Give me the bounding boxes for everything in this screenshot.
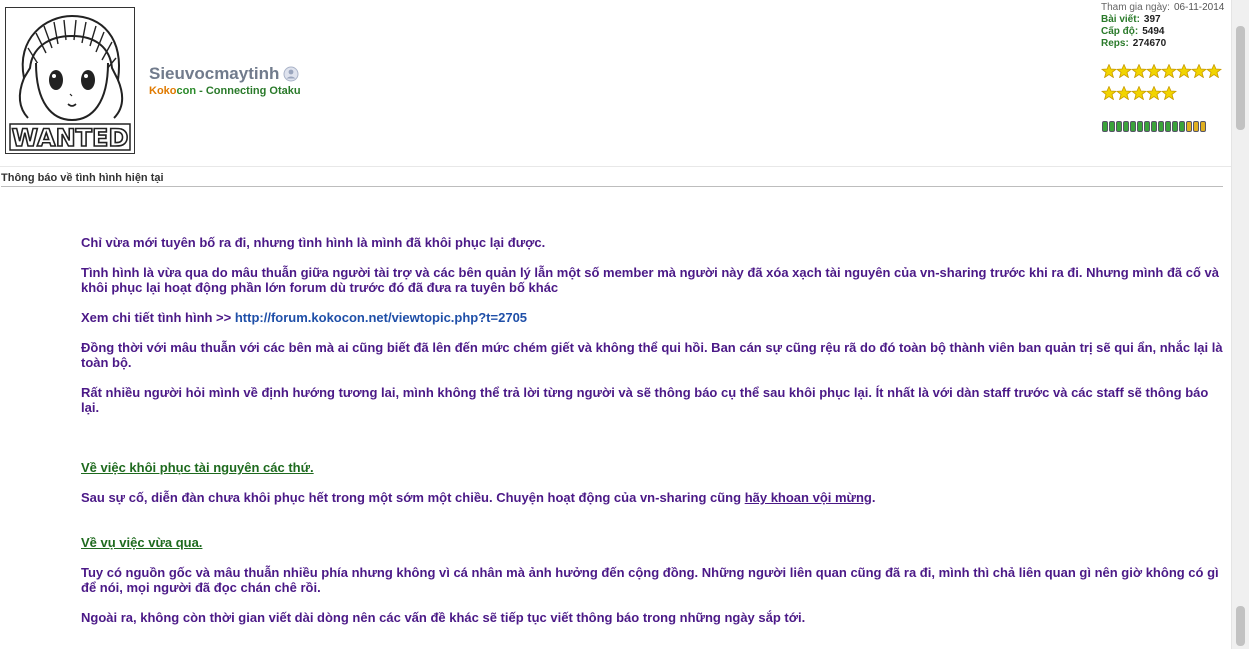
avatar[interactable]: WANTED: [5, 7, 135, 154]
reps-label: Reps:: [1101, 38, 1129, 49]
level-label: Cấp độ:: [1101, 26, 1139, 37]
rep-segment: [1200, 121, 1206, 132]
svg-text:WANTED: WANTED: [12, 124, 129, 152]
posts-value: 397: [1143, 14, 1161, 25]
rep-segment: [1151, 121, 1157, 132]
reps-value: 274670: [1132, 38, 1167, 49]
rep-segment: [1165, 121, 1171, 132]
details-label: Xem chi tiết tình hình >>: [81, 310, 235, 325]
paragraph-details: Xem chi tiết tình hình >> http://forum.k…: [81, 310, 1226, 325]
rep-segment: [1186, 121, 1192, 132]
section-heading-incident: Về vụ việc vừa qua.: [81, 535, 203, 550]
rank-stars: [1100, 63, 1223, 108]
username-text[interactable]: Sieuvocmaytinh: [149, 64, 279, 84]
joined-label: Tham gia ngày:: [1101, 2, 1170, 13]
star-icon: [1145, 85, 1163, 101]
star-icon: [1190, 63, 1208, 79]
star-icon: [1130, 63, 1148, 79]
post-title: Thông báo về tình hình hiện tại: [1, 172, 1223, 187]
paragraph-conflict: Đồng thời với mâu thuẫn với các bên mà a…: [81, 340, 1223, 370]
rep-segment: [1193, 121, 1199, 132]
scrollbar-thumb-lower[interactable]: [1236, 606, 1245, 646]
joined-value: 06-11-2014: [1173, 2, 1225, 13]
reputation-bar: [1102, 121, 1206, 132]
posts-label: Bài viết:: [1101, 14, 1140, 25]
online-status-icon: [283, 66, 299, 82]
profile-info: Tham gia ngày: 06-11-2014 Bài viết: 397 Cấ…: [1101, 2, 1229, 50]
star-icon: [1115, 63, 1133, 79]
star-icon: [1100, 63, 1118, 79]
rep-segment: [1137, 121, 1143, 132]
rep-segment: [1144, 121, 1150, 132]
paragraph-restore: Sau sự cố, diễn đàn chưa khôi phục hết t…: [81, 490, 876, 505]
rep-segment: [1116, 121, 1122, 132]
paragraph-incident: Tuy có nguồn gốc và mâu thuẫn nhiều phía…: [81, 565, 1219, 595]
level-value: 5494: [1142, 26, 1165, 37]
vertical-scrollbar[interactable]: [1231, 0, 1249, 649]
rep-segment: [1179, 121, 1185, 132]
star-icon: [1100, 85, 1118, 101]
paragraph-future: Rất nhiều người hỏi mình về định hướng t…: [81, 385, 1209, 415]
user-tagline: Kokocon - Connecting Otaku: [149, 85, 301, 97]
avatar-image: WANTED: [6, 8, 134, 153]
star-icon: [1115, 85, 1133, 101]
underlined-phrase: hãy khoan vội mừng: [744, 490, 872, 505]
paragraph-situation: Tình hình là vừa qua do mâu thuẫn giữa n…: [81, 265, 1219, 295]
rep-segment: [1130, 121, 1136, 132]
scrollbar-thumb[interactable]: [1236, 26, 1245, 130]
star-icon: [1175, 63, 1193, 79]
star-icon: [1205, 63, 1223, 79]
section-heading-restore: Về việc khôi phục tài nguyên các thứ.: [81, 460, 314, 475]
rep-segment: [1102, 121, 1108, 132]
post-header: WANTED Sieuvocmaytinh Kokocon - Connecti…: [0, 0, 1232, 167]
star-icon: [1160, 85, 1178, 101]
username[interactable]: Sieuvocmaytinh: [149, 64, 299, 84]
star-icon: [1160, 63, 1178, 79]
rep-segment: [1158, 121, 1164, 132]
paragraph-closing: Ngoài ra, không còn thời gian viết dài d…: [81, 610, 806, 625]
star-icon: [1145, 63, 1163, 79]
star-icon: [1130, 85, 1148, 101]
details-link[interactable]: http://forum.kokocon.net/viewtopic.php?t…: [235, 310, 527, 325]
rep-segment: [1109, 121, 1115, 132]
paragraph-intro: Chỉ vừa mới tuyên bố ra đi, nhưng tình h…: [81, 235, 546, 250]
rep-segment: [1172, 121, 1178, 132]
rep-segment: [1123, 121, 1129, 132]
